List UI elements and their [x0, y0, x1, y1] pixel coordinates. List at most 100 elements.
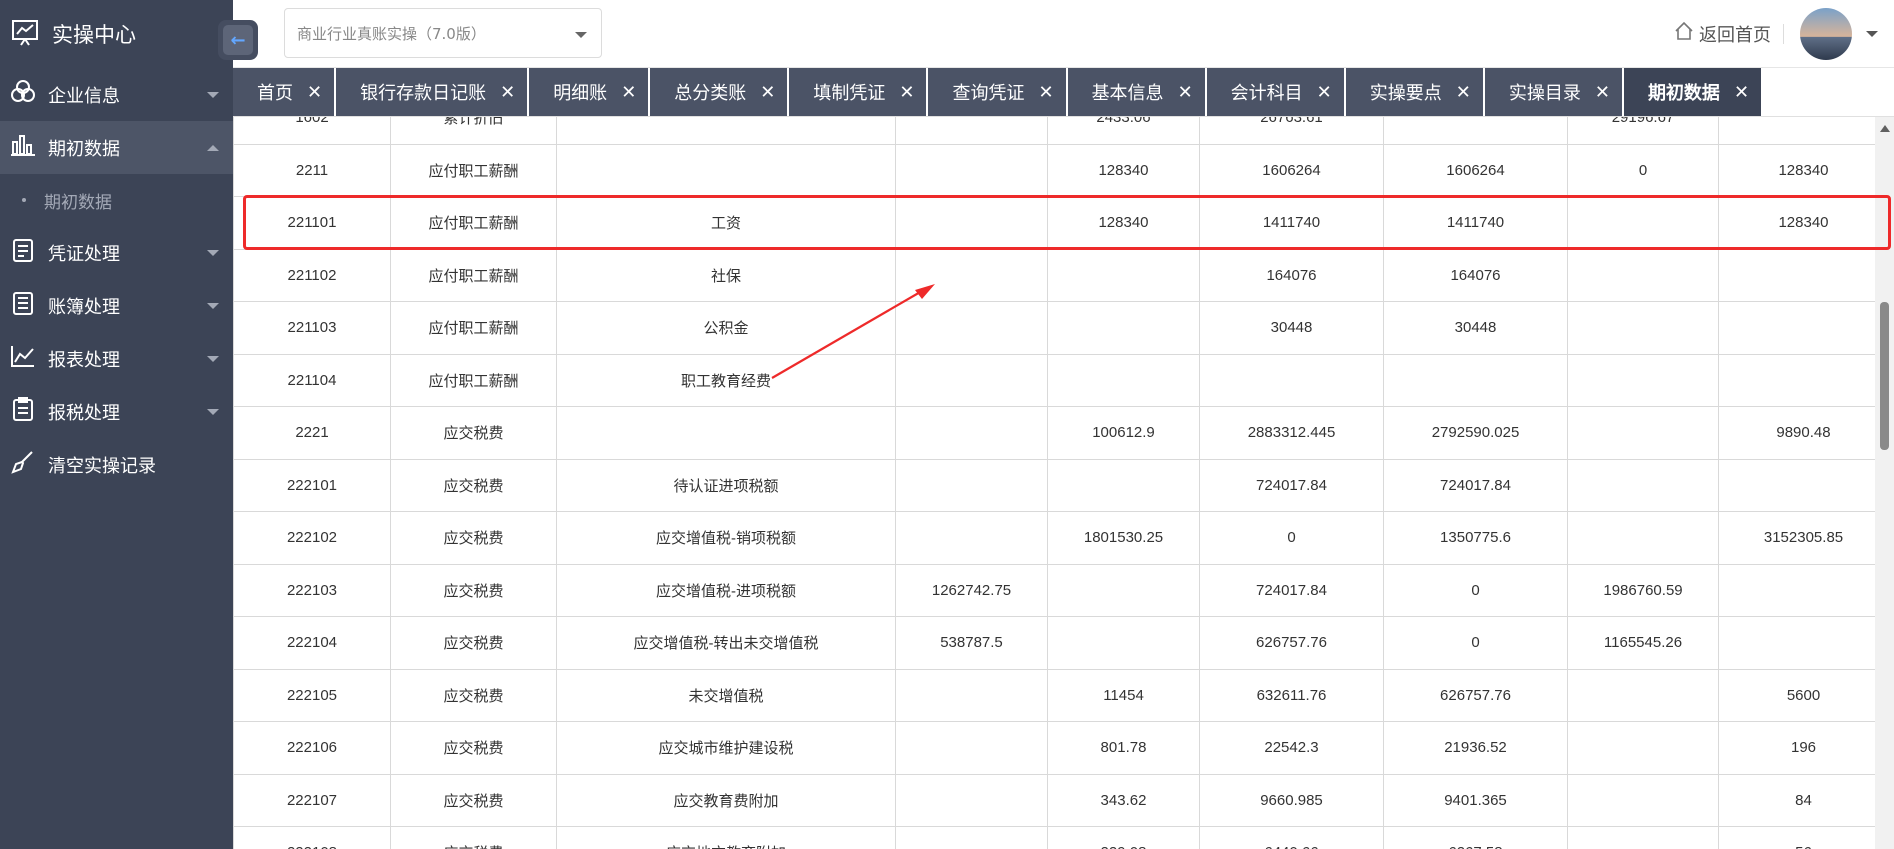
- table-cell: [1718, 353, 1875, 407]
- close-icon[interactable]: ✕: [500, 82, 515, 103]
- sidebar-logo[interactable]: 实操中心: [0, 0, 233, 68]
- table-cell: 801.78: [1047, 721, 1200, 775]
- table-cell: 9401.365: [1383, 773, 1568, 827]
- close-icon[interactable]: ✕: [1038, 82, 1053, 103]
- table-cell: [1567, 301, 1719, 355]
- table-cell: 196: [1718, 721, 1875, 775]
- table-cell: 222108: [233, 826, 391, 849]
- table-cell: 6440.66: [1199, 826, 1384, 849]
- ledger-icon: [10, 290, 36, 321]
- table-cell: 1411740: [1199, 196, 1384, 250]
- table-cell: [556, 406, 896, 460]
- close-icon[interactable]: ✕: [1178, 82, 1193, 103]
- table-cell: [1047, 616, 1200, 670]
- tab-query-voucher[interactable]: 查询凭证 ✕: [928, 68, 1066, 116]
- table-cell: 22542.3: [1199, 721, 1384, 775]
- avatar[interactable]: [1800, 8, 1852, 60]
- table-cell: [895, 406, 1048, 460]
- sidebar-item-label: 凭证处理: [48, 243, 120, 265]
- table-cell: 5600: [1718, 668, 1875, 722]
- table-cell: 应付职工薪酬: [390, 353, 557, 407]
- table-row: 221104 应付职工薪酬 职工教育经费: [233, 353, 1875, 407]
- table-cell: 应交教育费附加: [556, 773, 896, 827]
- sidebar-item-ledger[interactable]: 账簿处理: [0, 279, 233, 332]
- scrollbar-thumb[interactable]: [1880, 302, 1889, 450]
- table-cell: 1411740: [1383, 196, 1568, 250]
- table-cell: [1567, 826, 1719, 849]
- sidebar-item-reports[interactable]: 报表处理: [0, 332, 233, 385]
- table-cell: 221101: [233, 196, 391, 250]
- close-icon[interactable]: ✕: [621, 82, 636, 103]
- sidebar-collapse-button[interactable]: ←: [218, 20, 258, 60]
- table-row: 221103 应付职工薪酬 公积金 30448 30448: [233, 301, 1875, 355]
- table-cell: [556, 143, 896, 197]
- tax-icon: [10, 396, 36, 427]
- table-cell: 724017.84: [1199, 458, 1384, 512]
- table-cell: [895, 511, 1048, 565]
- sidebar-item-voucher[interactable]: 凭证处理: [0, 226, 233, 279]
- sidebar-item-clear-records[interactable]: 清空实操记录: [0, 438, 233, 491]
- tab-label: 期初数据: [1647, 83, 1720, 104]
- tab-catalog[interactable]: 实操目录 ✕: [1484, 68, 1622, 116]
- close-icon[interactable]: ✕: [899, 82, 914, 103]
- table-cell: 9660.985: [1199, 773, 1384, 827]
- scroll-up-icon[interactable]: [1880, 125, 1890, 132]
- table-row: 1602 累计折旧 2433.06 26763.61 29196.67: [233, 117, 1875, 145]
- table-row: 2211 应付职工薪酬 128340 1606264 1606264 0 128340: [233, 143, 1875, 197]
- chevron-down-icon[interactable]: [1866, 31, 1878, 37]
- table-cell: 应付职工薪酬: [390, 248, 557, 302]
- table-cell: [1567, 458, 1719, 512]
- sidebar-subitem-label: 期初数据: [44, 192, 112, 213]
- tab-bank-journal[interactable]: 银行存款日记账 ✕: [336, 68, 528, 116]
- table-cell: [1718, 301, 1875, 355]
- table-cell: [556, 117, 896, 145]
- table-cell: [1567, 668, 1719, 722]
- sidebar-item-tax[interactable]: 报税处理: [0, 385, 233, 438]
- project-select[interactable]: 商业行业真账实操（7.0版）: [284, 8, 602, 58]
- sidebar-item-opening-data[interactable]: 期初数据: [0, 121, 233, 174]
- table-cell: 100612.9: [1047, 406, 1200, 460]
- sidebar-item-company-info[interactable]: 企业信息: [0, 68, 233, 121]
- table-cell: 222107: [233, 773, 391, 827]
- tab-fill-voucher[interactable]: 填制凭证 ✕: [789, 68, 927, 116]
- table-row: 222101 应交税费 待认证进项税额 724017.84 724017.84: [233, 458, 1875, 512]
- tab-label: 查询凭证: [952, 83, 1025, 104]
- table-cell: 1986760.59: [1567, 563, 1719, 617]
- tab-key-points[interactable]: 实操要点 ✕: [1345, 68, 1483, 116]
- table-cell: 社保: [556, 248, 896, 302]
- table-cell: [895, 721, 1048, 775]
- tab-detail-ledger[interactable]: 明细账 ✕: [529, 68, 649, 116]
- table-cell: 1801530.25: [1047, 511, 1200, 565]
- close-icon[interactable]: ✕: [1734, 82, 1749, 103]
- chevron-up-icon: [207, 144, 219, 151]
- table-cell: 2883312.445: [1199, 406, 1384, 460]
- tab-opening-data[interactable]: 期初数据 ✕: [1623, 68, 1762, 116]
- sidebar-subitem-opening-data[interactable]: 期初数据: [0, 174, 233, 226]
- close-icon[interactable]: ✕: [760, 82, 775, 103]
- table-cell: 未交增值税: [556, 668, 896, 722]
- table-cell: 应交增值税-转出未交增值税: [556, 616, 896, 670]
- table-cell: 应交税费: [390, 826, 557, 849]
- tab-label: 实操目录: [1508, 83, 1581, 104]
- table-cell: 应交城市维护建设税: [556, 721, 896, 775]
- table-cell: 累计折旧: [390, 117, 557, 145]
- table-cell: 1606264: [1383, 143, 1568, 197]
- table-cell: 632611.76: [1199, 668, 1384, 722]
- close-icon[interactable]: ✕: [307, 82, 322, 103]
- vertical-scrollbar[interactable]: [1875, 117, 1894, 849]
- table-cell: 164076: [1199, 248, 1384, 302]
- home-link[interactable]: 返回首页: [1673, 20, 1771, 47]
- close-icon[interactable]: ✕: [1595, 82, 1610, 103]
- table-cell: 应交增值税-进项税额: [556, 563, 896, 617]
- close-icon[interactable]: ✕: [1317, 82, 1332, 103]
- tab-home[interactable]: 首页 ✕: [233, 68, 335, 116]
- table-cell: 应交地方教育附加: [556, 826, 896, 849]
- table-cell: [1718, 563, 1875, 617]
- tab-accounts[interactable]: 会计科目 ✕: [1206, 68, 1344, 116]
- table-cell: 应交税费: [390, 773, 557, 827]
- tab-basic-info[interactable]: 基本信息 ✕: [1067, 68, 1205, 116]
- tab-general-ledger[interactable]: 总分类账 ✕: [650, 68, 788, 116]
- table-cell: 1602: [233, 117, 391, 145]
- close-icon[interactable]: ✕: [1456, 82, 1471, 103]
- chevron-down-icon: [575, 32, 587, 38]
